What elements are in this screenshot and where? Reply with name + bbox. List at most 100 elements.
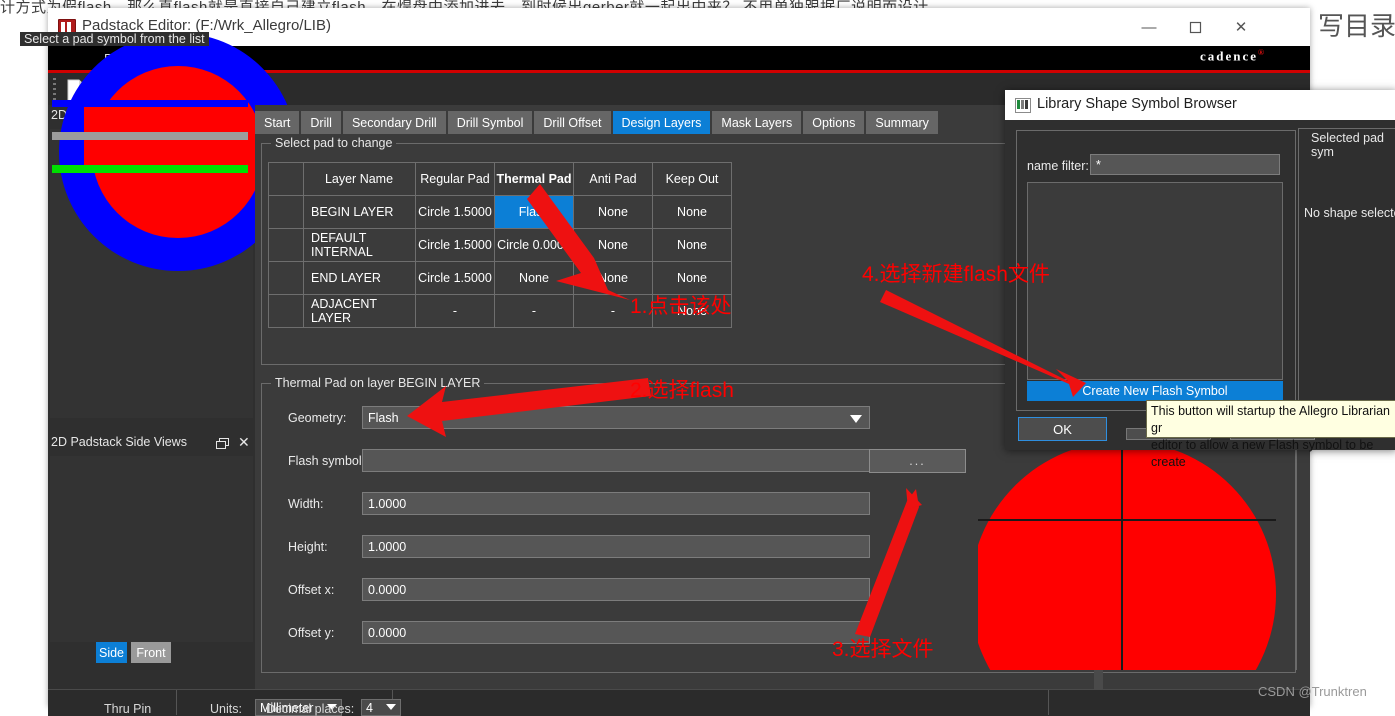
tab-strip: Start Drill Secondary Drill Drill Symbol…: [255, 111, 940, 134]
th-keep-out: Keep Out: [652, 162, 732, 196]
watermark: CSDN @Trunktren: [1258, 684, 1367, 699]
tab-start[interactable]: Start: [255, 111, 300, 134]
offset-y-value: 0.0000: [368, 625, 407, 640]
close-icon[interactable]: ✕: [1218, 8, 1264, 46]
cell-anti-pad[interactable]: None: [573, 195, 653, 229]
cell-keep-out[interactable]: None: [652, 195, 732, 229]
geometry-select[interactable]: Flash: [362, 406, 870, 429]
row-selector[interactable]: [268, 228, 304, 262]
preview-crosshair-vertical: [1121, 441, 1123, 670]
name-filter-input[interactable]: *: [1090, 154, 1280, 175]
offset-x-value: 0.0000: [368, 582, 407, 597]
th-regular-pad: Regular Pad: [415, 162, 495, 196]
cell-regular-pad[interactable]: Circle 1.5000: [415, 261, 495, 295]
maximize-icon[interactable]: [1172, 8, 1218, 46]
side-view-barrel-upper: [84, 107, 216, 133]
side-view-barrel-lower: [84, 140, 216, 166]
row-selector[interactable]: [268, 195, 304, 229]
dialog-titlebar[interactable]: Library Shape Symbol Browser: [1005, 90, 1395, 120]
background-heading-text: 写目录标: [1318, 11, 1395, 41]
th-anti-pad: Anti Pad: [573, 162, 653, 196]
thermal-pad-legend: Thermal Pad on layer BEGIN LAYER: [271, 376, 485, 390]
height-input[interactable]: 1.0000: [362, 535, 870, 558]
tab-drill-symbol[interactable]: Drill Symbol: [447, 111, 533, 134]
th-thermal-pad: Thermal Pad: [494, 162, 574, 196]
cell-layer-name: BEGIN LAYER: [303, 195, 416, 229]
annotation-2-text: 2.选择flash: [630, 379, 734, 402]
cell-thermal-pad[interactable]: None: [494, 261, 574, 295]
tab-design-layers[interactable]: Design Layers: [612, 111, 711, 134]
minimize-icon[interactable]: —: [1126, 8, 1172, 46]
tab-options[interactable]: Options: [803, 111, 865, 134]
table-row[interactable]: BEGIN LAYER Circle 1.5000 Flash None Non…: [268, 195, 732, 229]
tab-secondary-drill[interactable]: Secondary Drill: [342, 111, 446, 134]
decimal-places-select[interactable]: 4: [361, 699, 401, 716]
width-value: 1.0000: [368, 496, 407, 511]
browse-flash-symbol-button[interactable]: ...: [869, 449, 966, 473]
cell-thermal-pad[interactable]: Circle 0.0000: [494, 228, 574, 262]
padstack-type-label: Thru Pin: [104, 702, 152, 716]
tab-summary[interactable]: Summary: [866, 111, 938, 134]
selected-pad-symbol-legend: Selected pad sym: [1307, 131, 1395, 159]
window-titlebar[interactable]: Padstack Editor: (F:/Wrk_Allegro/LIB) — …: [48, 8, 1310, 46]
panel-side-title: 2D Padstack Side Views: [51, 435, 187, 449]
pad-symbol-listbox[interactable]: [1027, 182, 1283, 380]
cadence-logo: cadence®: [1200, 48, 1267, 64]
units-label: Units:: [210, 702, 242, 716]
offset-y-label: Offset y:: [288, 626, 335, 640]
preview-crosshair-horizontal: [978, 519, 1276, 521]
decimal-places-label: Decimal places:: [266, 702, 355, 716]
selected-pad-symbol-groupbox: [1298, 128, 1395, 418]
table-row[interactable]: DEFAULT INTERNAL Circle 1.5000 Circle 0.…: [268, 228, 732, 262]
decimal-places-value: 4: [366, 700, 373, 715]
tab-front-view[interactable]: Front: [131, 642, 171, 663]
cell-anti-pad[interactable]: None: [573, 228, 653, 262]
cell-regular-pad[interactable]: -: [415, 294, 495, 328]
width-input[interactable]: 1.0000: [362, 492, 870, 515]
cell-thermal-pad[interactable]: -: [494, 294, 574, 328]
tab-side-view[interactable]: Side: [96, 642, 127, 663]
row-selector[interactable]: [268, 294, 304, 328]
table-header-row: Layer Name Regular Pad Thermal Pad Anti …: [268, 162, 732, 196]
no-shape-selected-text: No shape selecte: [1304, 206, 1395, 220]
panel-side-header: 2D Padstack Side Views ✕: [48, 432, 255, 454]
create-new-flash-symbol-button[interactable]: Create New Flash Symbol: [1027, 381, 1283, 401]
flash-symbol-input[interactable]: [362, 449, 870, 472]
cadence-wordmark: cadence: [1200, 48, 1259, 64]
cell-keep-out[interactable]: None: [652, 228, 732, 262]
side-view-top-layer: [52, 100, 248, 107]
cell-layer-name: DEFAULT INTERNAL: [303, 228, 416, 262]
side-view-core-layer: [52, 132, 248, 140]
ok-button[interactable]: OK: [1018, 417, 1107, 441]
cell-regular-pad[interactable]: Circle 1.5000: [415, 228, 495, 262]
flash-symbol-label: Flash symbol:: [288, 454, 366, 468]
annotation-3-text: 3.选择文件: [832, 638, 934, 661]
statusbar-divider: [1048, 690, 1049, 715]
name-filter-label: name filter:: [1027, 159, 1089, 173]
name-filter-value: *: [1096, 157, 1101, 172]
preview-pad-circle: [978, 441, 1276, 670]
side-view-canvas[interactable]: [50, 456, 253, 642]
statusbar-divider: [176, 690, 177, 715]
offset-y-input[interactable]: 0.0000: [362, 621, 870, 644]
cell-regular-pad[interactable]: Circle 1.5000: [415, 195, 495, 229]
offset-x-input[interactable]: 0.0000: [362, 578, 870, 601]
shape-browser-icon: [1015, 98, 1031, 113]
tab-drill-offset[interactable]: Drill Offset: [534, 111, 611, 134]
geometry-label: Geometry:: [288, 411, 347, 425]
side-view-bottom-layer: [52, 165, 248, 173]
tab-mask-layers[interactable]: Mask Layers: [712, 111, 802, 134]
cell-thermal-pad[interactable]: Flash: [494, 195, 574, 229]
restore-icon[interactable]: [216, 437, 229, 455]
create-flash-tooltip: This button will startup the Allegro Lib…: [1146, 400, 1395, 469]
row-selector[interactable]: [268, 261, 304, 295]
tab-drill[interactable]: Drill: [301, 111, 341, 134]
cell-layer-name: END LAYER: [303, 261, 416, 295]
offset-x-label: Offset x:: [288, 583, 335, 597]
width-label: Width:: [288, 497, 324, 511]
cell-layer-name: ADJACENT LAYER: [303, 294, 416, 328]
height-label: Height:: [288, 540, 328, 554]
close-icon[interactable]: ✕: [238, 434, 250, 451]
geometry-value: Flash: [368, 410, 399, 425]
select-pad-legend: Select pad to change: [271, 136, 397, 150]
